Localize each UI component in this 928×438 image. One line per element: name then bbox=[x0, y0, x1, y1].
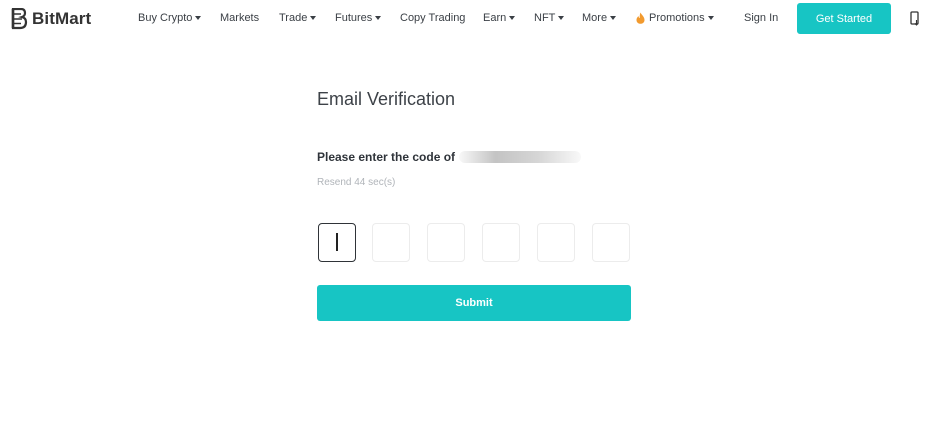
flame-icon bbox=[636, 12, 645, 24]
nav-item-label: Futures bbox=[335, 12, 373, 24]
nav-item-nft[interactable]: NFT bbox=[534, 12, 565, 24]
top-navigation: BitMart Buy Crypto Markets Trade Futures… bbox=[0, 0, 928, 38]
nav-item-copy-trading[interactable]: Copy Trading bbox=[400, 12, 465, 24]
code-digit-3[interactable] bbox=[427, 223, 465, 262]
code-digit-4[interactable] bbox=[482, 223, 520, 262]
caret-down-icon bbox=[509, 16, 516, 20]
nav-item-label: NFT bbox=[534, 12, 556, 24]
caret-down-icon bbox=[610, 16, 617, 20]
caret-down-icon bbox=[375, 16, 382, 20]
nav-item-markets[interactable]: Markets bbox=[220, 12, 259, 24]
nav-item-label: Promotions bbox=[649, 12, 705, 24]
bitmart-logo-icon bbox=[11, 8, 28, 30]
caret-down-icon bbox=[707, 16, 714, 20]
nav-item-earn[interactable]: Earn bbox=[483, 12, 516, 24]
code-digit-5[interactable] bbox=[537, 223, 575, 262]
nav-item-more[interactable]: More bbox=[582, 12, 617, 24]
mobile-download-icon[interactable] bbox=[910, 11, 920, 26]
nav-item-label: More bbox=[582, 12, 608, 24]
nav-item-buy-crypto[interactable]: Buy Crypto bbox=[138, 12, 202, 24]
code-digit-6[interactable] bbox=[592, 223, 630, 262]
nav-item-promotions[interactable]: Promotions bbox=[636, 12, 714, 24]
prompt-text: Please enter the code of bbox=[317, 150, 456, 164]
caret-down-icon bbox=[195, 16, 202, 20]
nav-item-label: Buy Crypto bbox=[138, 12, 193, 24]
nav-item-label: Trade bbox=[279, 12, 308, 24]
caret-down-icon bbox=[310, 16, 317, 20]
submit-button[interactable]: Submit bbox=[317, 285, 631, 321]
code-digit-2[interactable] bbox=[372, 223, 410, 262]
sign-in-link[interactable]: Sign In bbox=[744, 12, 778, 24]
page-title: Email Verification bbox=[317, 89, 456, 109]
code-prompt: Please enter the code of bbox=[317, 150, 582, 164]
caret-down-icon bbox=[558, 16, 565, 20]
nav-item-label: Copy Trading bbox=[400, 12, 466, 24]
get-started-button[interactable]: Get Started bbox=[797, 3, 891, 34]
brand-logo[interactable]: BitMart bbox=[11, 7, 91, 31]
nav-item-label: Markets bbox=[220, 12, 260, 24]
resend-countdown[interactable]: Resend 44 sec(s) bbox=[317, 177, 395, 188]
brand-name: BitMart bbox=[32, 9, 92, 28]
redacted-email bbox=[459, 151, 582, 163]
nav-item-futures[interactable]: Futures bbox=[335, 12, 382, 24]
nav-item-label: Earn bbox=[483, 12, 507, 24]
nav-item-trade[interactable]: Trade bbox=[279, 12, 317, 24]
text-cursor bbox=[336, 233, 338, 251]
